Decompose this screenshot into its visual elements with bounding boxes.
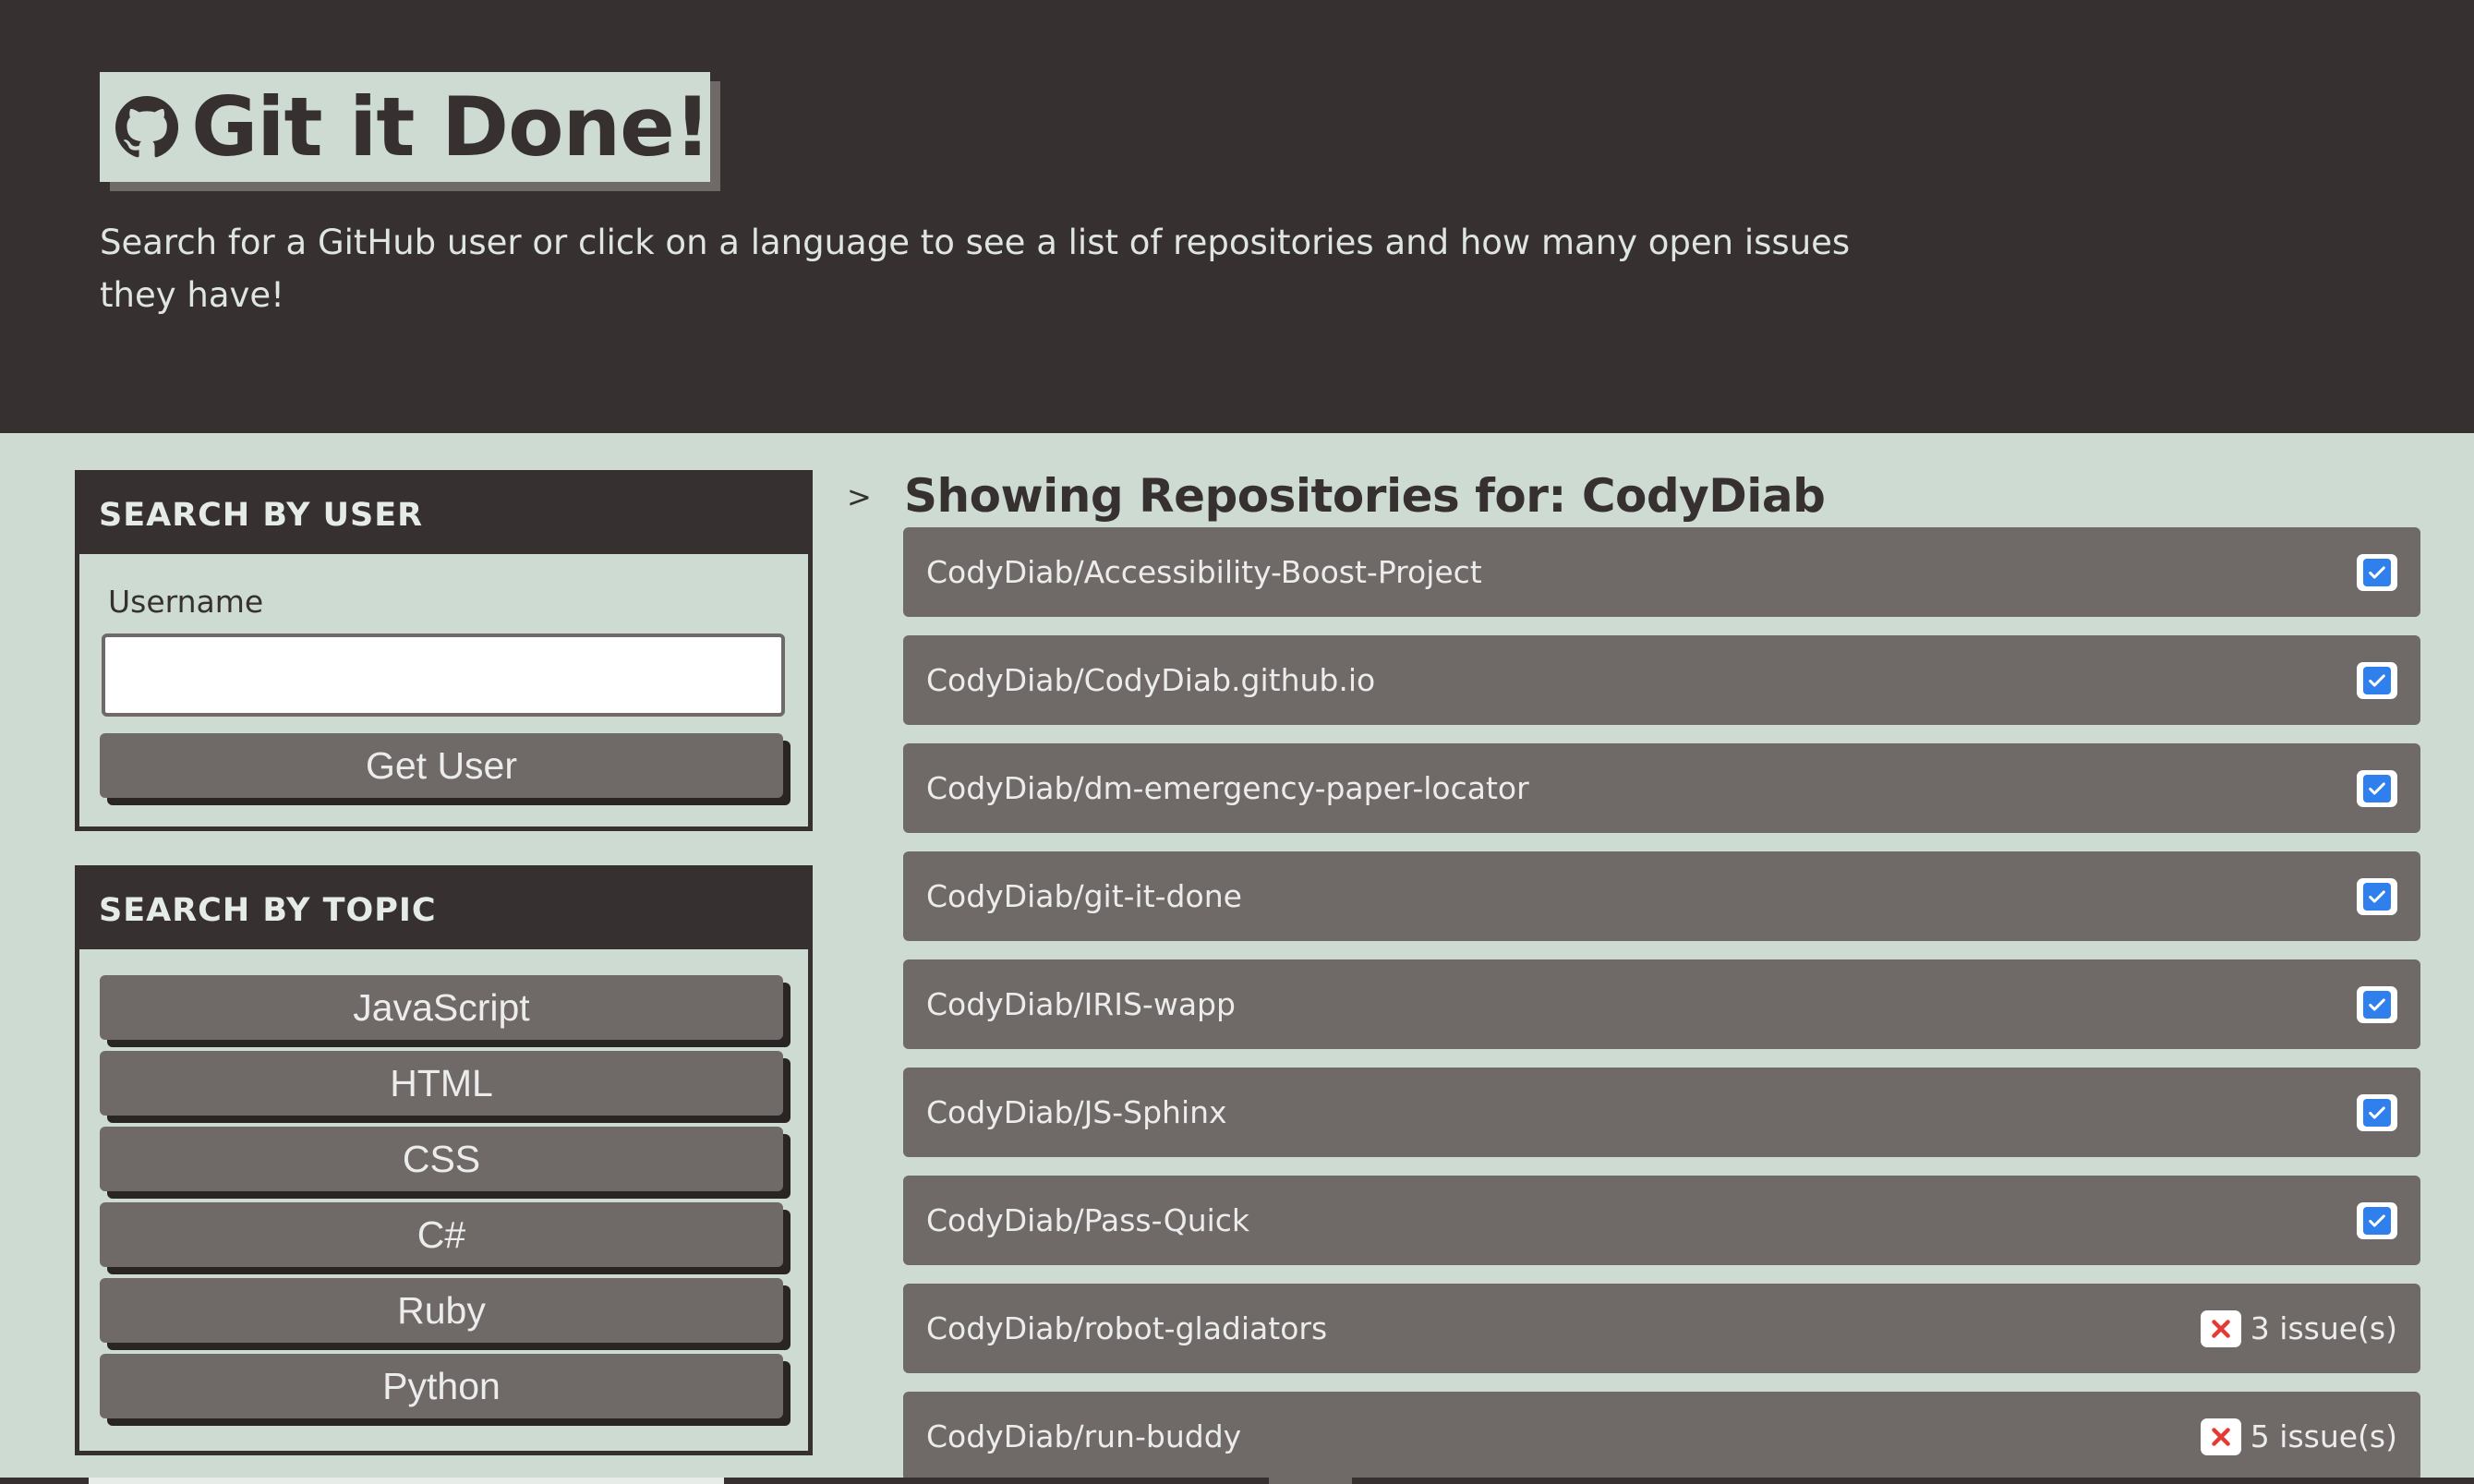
repo-name: CodyDiab/dm-emergency-paper-locator xyxy=(926,770,1529,806)
repo-status: 5 issue(s) xyxy=(2200,1418,2397,1455)
x-icon xyxy=(2200,1309,2241,1347)
check-icon xyxy=(2357,661,2397,699)
repo-name: CodyDiab/JS-Sphinx xyxy=(926,1094,1227,1130)
topic-button-ruby[interactable]: Ruby xyxy=(100,1278,783,1343)
repo-item[interactable]: CodyDiab/robot-gladiators 3 issue(s) xyxy=(903,1284,2420,1373)
repo-name: CodyDiab/CodyDiab.github.io xyxy=(926,662,1376,698)
issue-count: 5 issue(s) xyxy=(2250,1418,2397,1454)
repo-name: CodyDiab/robot-gladiators xyxy=(926,1310,1328,1346)
repo-status xyxy=(2357,877,2397,915)
repo-item[interactable]: CodyDiab/Pass-Quick xyxy=(903,1176,2420,1265)
check-icon xyxy=(2357,769,2397,807)
header: Git it Done! Search for a GitHub user or… xyxy=(0,0,2474,433)
chevron-right-icon: > xyxy=(847,479,872,514)
repo-name: CodyDiab/git-it-done xyxy=(926,878,1242,914)
topic-search-panel: SEARCH BY TOPIC JavaScript HTML CSS C# R… xyxy=(75,865,813,1455)
repo-item[interactable]: CodyDiab/Accessibility-Boost-Project xyxy=(903,527,2420,617)
topic-button-python[interactable]: Python xyxy=(100,1354,783,1418)
username-label: Username xyxy=(108,584,264,620)
repo-item[interactable]: CodyDiab/git-it-done xyxy=(903,851,2420,941)
get-user-button[interactable]: Get User xyxy=(100,733,783,798)
topic-button-csharp[interactable]: C# xyxy=(100,1202,783,1267)
github-icon xyxy=(115,95,179,157)
repo-item[interactable]: CodyDiab/dm-emergency-paper-locator xyxy=(903,743,2420,833)
tagline: Search for a GitHub user or click on a l… xyxy=(100,223,1851,315)
x-icon xyxy=(2200,1418,2241,1455)
repo-results-title: Showing Repositories for: CodyDiab xyxy=(904,469,1826,523)
repo-status xyxy=(2357,553,2397,591)
repo-status xyxy=(2357,1093,2397,1131)
repo-item[interactable]: CodyDiab/run-buddy 5 issue(s) xyxy=(903,1392,2420,1481)
topic-search-heading: SEARCH BY TOPIC xyxy=(79,870,808,949)
username-input[interactable] xyxy=(102,633,785,717)
repo-status: 3 issue(s) xyxy=(2200,1309,2397,1347)
app-title: Git it Done! xyxy=(191,79,711,175)
check-icon xyxy=(2357,553,2397,591)
repo-name: CodyDiab/IRIS-wapp xyxy=(926,986,1236,1022)
repo-name: CodyDiab/Accessibility-Boost-Project xyxy=(926,554,1482,590)
repo-status xyxy=(2357,661,2397,699)
logo: Git it Done! xyxy=(100,72,711,182)
topic-button-javascript[interactable]: JavaScript xyxy=(100,975,783,1040)
scrollbar-thumb[interactable] xyxy=(89,1478,724,1484)
topic-button-html[interactable]: HTML xyxy=(100,1051,783,1116)
check-icon xyxy=(2357,877,2397,915)
user-search-panel: SEARCH BY USER Username Get User xyxy=(75,470,813,831)
user-search-heading: SEARCH BY USER xyxy=(79,475,808,554)
repo-item[interactable]: CodyDiab/JS-Sphinx xyxy=(903,1068,2420,1157)
repo-item[interactable]: CodyDiab/CodyDiab.github.io xyxy=(903,635,2420,725)
scrollbar-marker xyxy=(1269,1478,1352,1484)
check-icon xyxy=(2357,1201,2397,1239)
repo-item[interactable]: CodyDiab/IRIS-wapp xyxy=(903,959,2420,1049)
check-icon xyxy=(2357,985,2397,1023)
issue-count: 3 issue(s) xyxy=(2250,1310,2397,1346)
repo-name: CodyDiab/run-buddy xyxy=(926,1418,1242,1454)
repo-status xyxy=(2357,769,2397,807)
repo-status xyxy=(2357,985,2397,1023)
check-icon xyxy=(2357,1093,2397,1131)
horizontal-scrollbar[interactable] xyxy=(0,1478,2474,1484)
repo-status xyxy=(2357,1201,2397,1239)
repo-name: CodyDiab/Pass-Quick xyxy=(926,1202,1250,1238)
topic-button-css[interactable]: CSS xyxy=(100,1127,783,1191)
